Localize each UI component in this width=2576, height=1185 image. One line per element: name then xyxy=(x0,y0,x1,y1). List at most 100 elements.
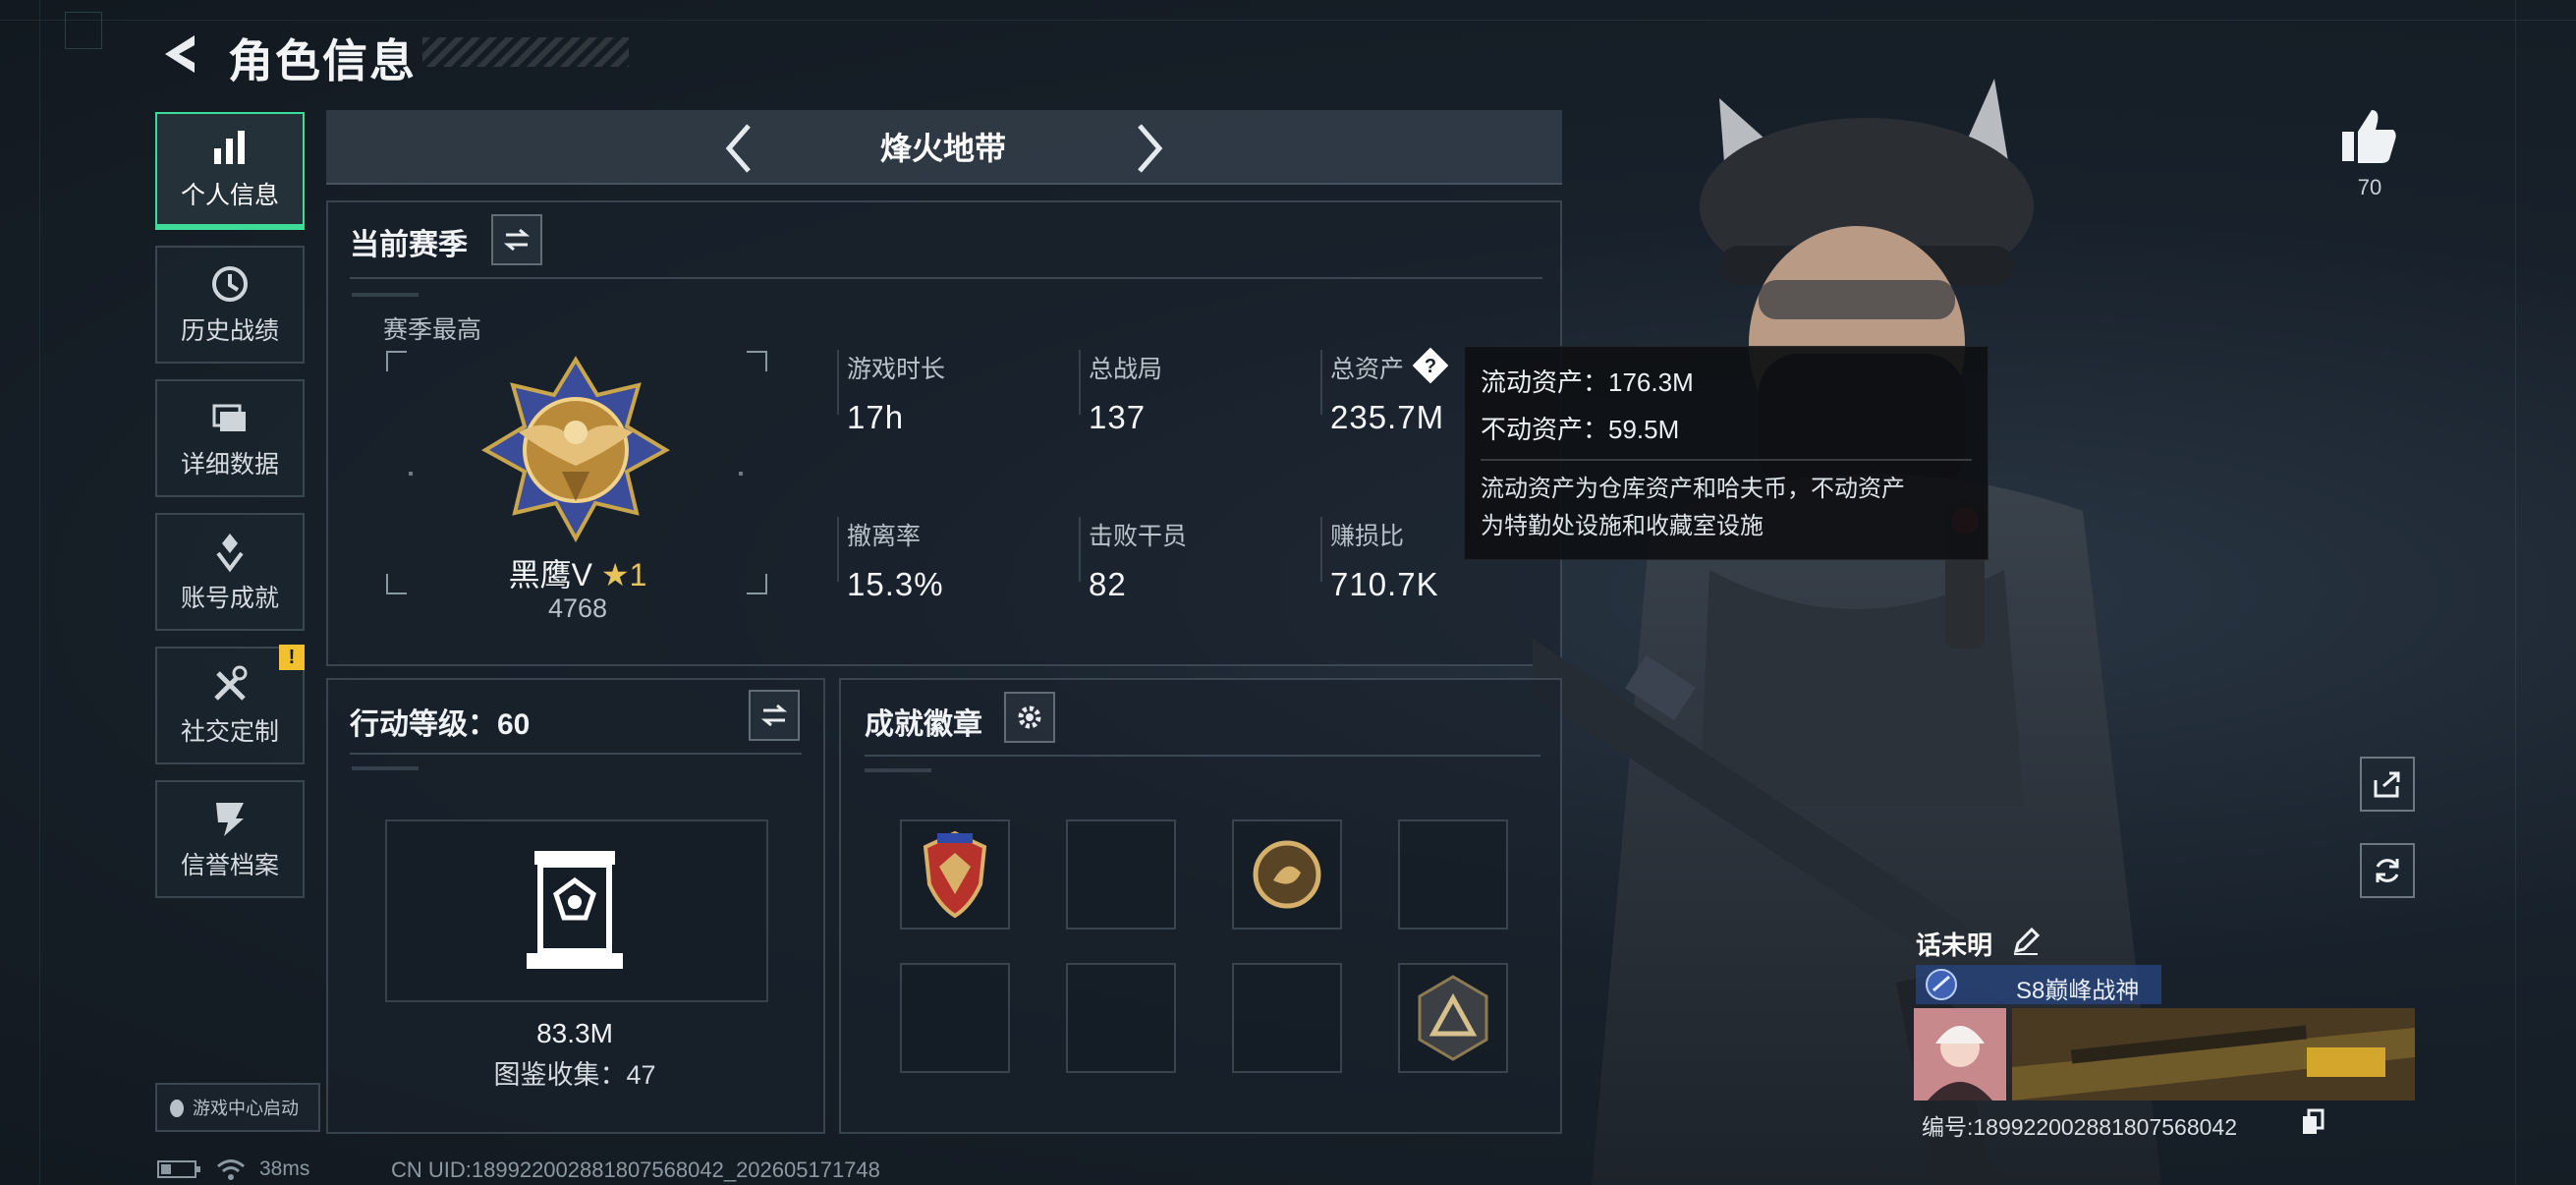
launch-label: 游戏中心启动 xyxy=(193,1099,299,1118)
swap-icon xyxy=(760,704,788,727)
decor-frame xyxy=(65,12,102,49)
battery-icon xyxy=(157,1160,200,1178)
stat-value: 15.3% xyxy=(847,566,944,602)
nav-item-history[interactable]: 历史战绩 xyxy=(155,246,305,364)
badge-slot-empty[interactable] xyxy=(1232,963,1342,1073)
nav-label: 详细数据 xyxy=(180,451,279,479)
stat-value: 137 xyxy=(1089,399,1147,435)
chevron-right-icon[interactable] xyxy=(1130,120,1169,177)
divider xyxy=(350,277,1542,279)
decor-line xyxy=(2515,0,2516,1185)
coin-badge-icon xyxy=(1253,840,1321,909)
title-emblem-icon xyxy=(1926,969,1957,1000)
stat-separator xyxy=(1079,517,1081,582)
stat-operators-defeated: 击败干员 82 xyxy=(1089,517,1187,603)
nav-item-credit-record[interactable]: 信誉档案 xyxy=(155,780,305,898)
divider xyxy=(865,755,1540,757)
player-id: 编号:1899220028818075680​42 xyxy=(1922,1114,2238,1140)
tools-icon xyxy=(214,665,248,701)
uid-text: CN UID:1899220028818075680​42_2026051717… xyxy=(391,1157,880,1182)
refresh-icon xyxy=(2376,859,2399,882)
stat-separator xyxy=(1320,350,1322,415)
svg-text:?: ? xyxy=(1425,356,1436,377)
decor-text xyxy=(865,768,931,772)
stat-extraction-rate: 撤离率 15.3% xyxy=(847,517,944,603)
stat-label: 总战局 xyxy=(1089,356,1163,383)
nav-label: 信誉档案 xyxy=(180,852,279,879)
collection-display-case-icon xyxy=(527,851,623,969)
nav-label: 个人信息 xyxy=(180,182,279,209)
player-avatar[interactable] xyxy=(1914,1008,2006,1100)
black-hawk-rank-medal-icon xyxy=(480,356,671,542)
tooltip-divider xyxy=(1481,459,1972,461)
collection-count: 图鉴收集：47 xyxy=(493,1060,656,1090)
decor-line xyxy=(0,20,2576,21)
rank-stars: ★1 xyxy=(600,557,647,592)
mode-name: 烽火地带 xyxy=(879,131,1006,166)
decor-text xyxy=(352,766,419,770)
launch-center-chip[interactable]: 游戏中心启动 xyxy=(155,1083,320,1132)
stat-total-matches: 总战局 137 xyxy=(1089,350,1162,436)
season-switch-button[interactable] xyxy=(491,214,542,265)
tooltip-description-2: 为特勤处设施和收藏室设施 xyxy=(1481,513,1764,539)
nav-label: 社交定制 xyxy=(180,718,279,746)
help-icon[interactable]: ? xyxy=(1413,348,1448,383)
page-title: 角色信息 xyxy=(228,35,417,86)
season-title: 当前赛季 xyxy=(350,229,468,261)
stat-label: 赚损比 xyxy=(1330,523,1405,550)
bar-chart-icon xyxy=(214,131,245,164)
thumbs-up-icon[interactable] xyxy=(2338,106,2399,165)
badge-slot-empty[interactable] xyxy=(1066,963,1176,1073)
stat-separator xyxy=(1079,350,1081,415)
stat-value: 82 xyxy=(1089,566,1127,602)
stat-play-time: 游戏时长 17h xyxy=(847,350,945,436)
title-chip-text: S8巅峰战神 xyxy=(2016,978,2140,1004)
gear-icon xyxy=(1018,705,1041,729)
tooltip-description-1: 流动资产为仓库资产和哈夫币，不动资产 xyxy=(1481,476,1905,502)
stat-separator xyxy=(837,517,839,582)
rank-title: 黑鹰V xyxy=(508,557,592,592)
credit-icon xyxy=(216,803,244,836)
swap-icon xyxy=(503,228,531,252)
decor-line xyxy=(39,0,40,1185)
copy-icon[interactable] xyxy=(2299,1108,2326,1136)
nav-item-detail-data[interactable]: 详细数据 xyxy=(155,379,305,497)
stat-label: 游戏时长 xyxy=(847,356,946,383)
rank-score: 4768 xyxy=(547,593,608,623)
share-button[interactable] xyxy=(2360,757,2415,812)
achievement-icon xyxy=(216,534,244,573)
ping-text: 38ms xyxy=(259,1157,310,1180)
nav-label: 历史战绩 xyxy=(180,317,279,345)
action-level-switch-button[interactable] xyxy=(749,690,800,741)
stat-value: 710.7K xyxy=(1330,566,1439,602)
triangle-badge-icon xyxy=(1418,975,1488,1061)
season-best-label: 赛季最高 xyxy=(383,316,482,344)
nav-item-achievements[interactable]: 账号成就 xyxy=(155,513,305,631)
like-count: 70 xyxy=(2357,175,2382,199)
badge-slot[interactable] xyxy=(1398,963,1508,1073)
status-bar: 38ms xyxy=(157,1156,309,1183)
edit-pencil-icon[interactable] xyxy=(2010,926,2042,957)
chevron-left-icon[interactable] xyxy=(719,120,758,177)
badge-slot-empty[interactable] xyxy=(1398,819,1508,930)
achievement-badge-title: 成就徽章 xyxy=(865,708,982,741)
player-name: 话未明 xyxy=(1916,931,1993,960)
badge-settings-button[interactable] xyxy=(1004,692,1055,743)
badge-slot[interactable] xyxy=(900,819,1010,930)
nav-item-personal-info[interactable]: 个人信息 xyxy=(155,112,305,230)
badge-slot-empty[interactable] xyxy=(1066,819,1176,930)
history-clock-icon xyxy=(212,266,248,302)
stat-profit-loss-ratio: 赚损比 710.7K xyxy=(1330,517,1439,603)
stat-separator xyxy=(1320,517,1322,582)
badge-slot[interactable] xyxy=(1232,819,1342,930)
badge-slot-empty[interactable] xyxy=(900,963,1010,1073)
stat-label: 击败干员 xyxy=(1089,523,1188,550)
wifi-icon xyxy=(217,1159,245,1180)
stat-value: 17h xyxy=(847,399,905,435)
weapon-banner xyxy=(2012,1008,2415,1100)
action-level-title: 行动等级：60 xyxy=(350,708,531,741)
divider xyxy=(350,753,802,755)
back-arrow-icon[interactable] xyxy=(155,29,204,79)
refresh-button[interactable] xyxy=(2360,843,2415,898)
notification-badge: ! xyxy=(279,645,305,670)
